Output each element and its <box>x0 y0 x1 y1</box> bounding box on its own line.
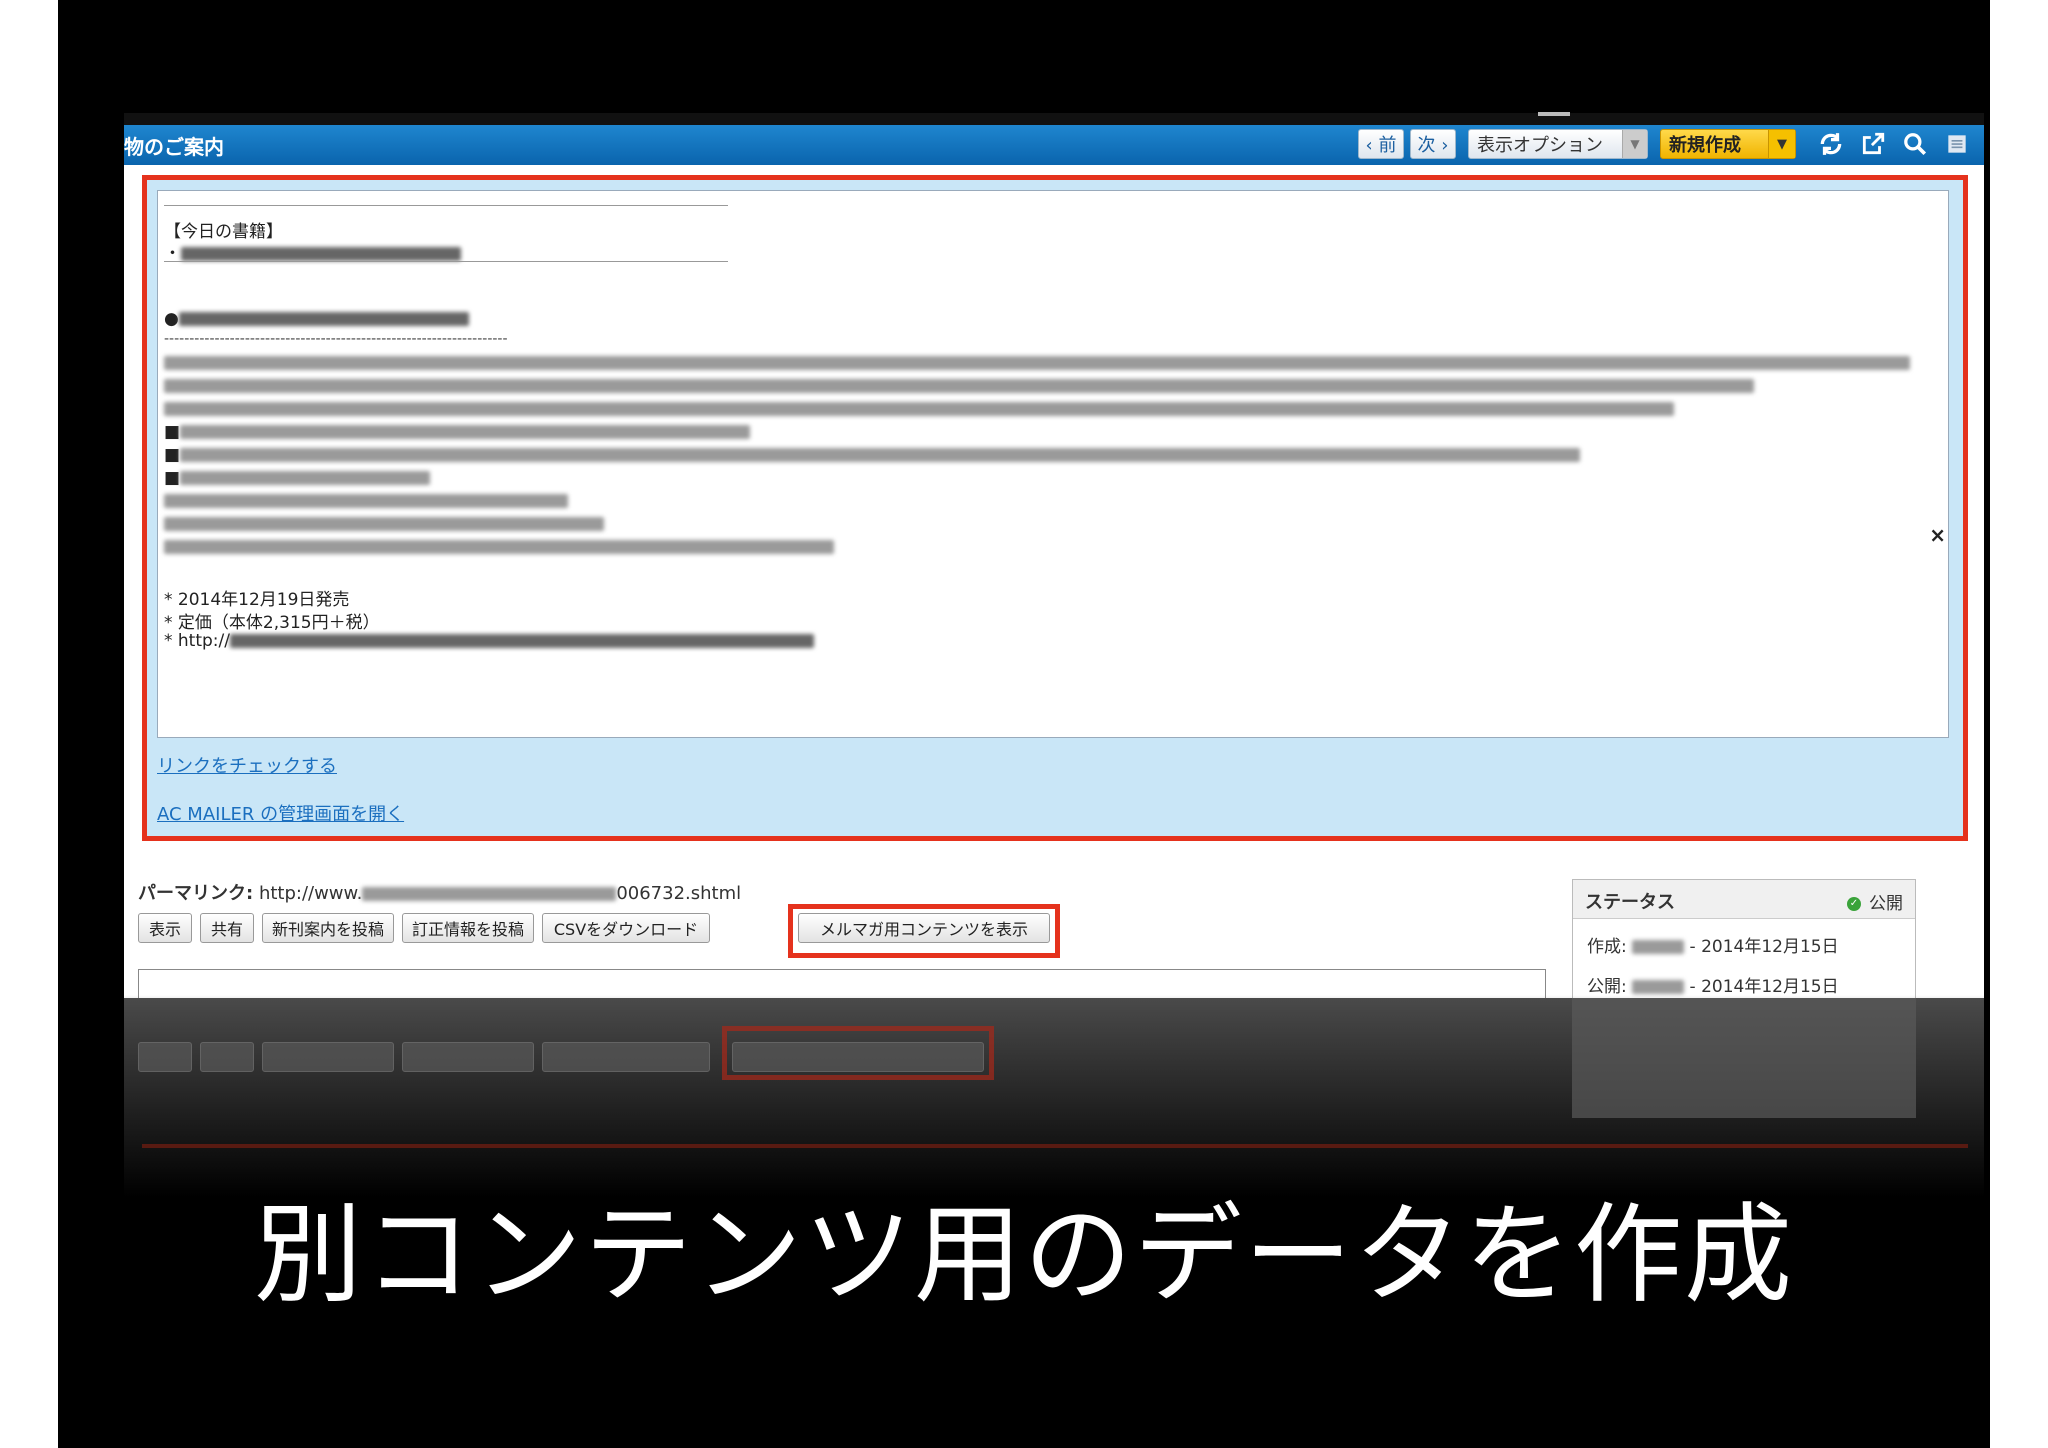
newsletter-preview-highlight: 【今日の書籍】 ・ ● ----------------------------… <box>142 175 1968 841</box>
permalink-prefix: http://www. <box>258 883 363 904</box>
newsletter-content: 【今日の書籍】 ・ ● ----------------------------… <box>157 190 1949 738</box>
redacted-text <box>181 247 461 261</box>
release-date: * 2014年12月19日発売 <box>164 590 350 610</box>
redacted-url <box>229 634 814 648</box>
acmailer-admin-link[interactable]: AC MAILER の管理画面を開く <box>157 800 404 826</box>
window-notch <box>1538 112 1570 116</box>
slide: 物のご案内 ‹ 前 次 › 表示オプション ▼ 新規作成 ▼ 【今日の書籍】 ・… <box>58 0 1990 1448</box>
blurred-bullet-line: ■ <box>164 445 1581 465</box>
status-panel: ステータス ✓ 公開 作成: - 2014年12月15日 公開: - 2014年1… <box>1572 879 1916 998</box>
prev-button[interactable]: ‹ 前 <box>1358 129 1404 159</box>
status-title: ステータス <box>1585 892 1675 913</box>
search-icon[interactable] <box>1900 129 1930 159</box>
created-date: - 2014年12月15日 <box>1689 937 1839 957</box>
share-button[interactable]: 共有 <box>200 913 254 943</box>
book-heading: ● <box>164 309 469 329</box>
close-icon[interactable]: × <box>1929 523 1946 547</box>
post-correction-button[interactable]: 訂正情報を投稿 <box>402 913 534 943</box>
redacted-user <box>1632 940 1685 954</box>
app-screenshot: 物のご案内 ‹ 前 次 › 表示オプション ▼ 新規作成 ▼ 【今日の書籍】 ・… <box>124 113 1984 998</box>
check-icon: ✓ <box>1847 897 1861 911</box>
book-url: * http:// <box>164 631 814 651</box>
blurred-line <box>164 537 834 557</box>
check-links-link[interactable]: リンクをチェックする <box>157 752 337 778</box>
square-bullet: ■ <box>164 445 181 465</box>
permalink-label: パーマリンク: <box>138 883 254 904</box>
chevron-down-icon: ▼ <box>1768 130 1795 158</box>
published-row: 公開: - 2014年12月15日 <box>1587 972 1839 997</box>
blurred-line <box>164 399 1674 419</box>
top-bar: 物のご案内 ‹ 前 次 › 表示オプション ▼ 新規作成 ▼ <box>124 113 1984 165</box>
slide-caption: 別コンテンツ用のデータを作成 <box>253 1193 1794 1318</box>
published-label: 公開: <box>1587 977 1627 997</box>
published-date: - 2014年12月15日 <box>1689 977 1839 997</box>
status-state-label: 公開 <box>1869 894 1903 914</box>
blurred-line <box>164 376 1754 396</box>
bullet-mark: ● <box>164 309 179 329</box>
new-create-button[interactable]: 新規作成 ▼ <box>1660 129 1796 159</box>
button-highlight <box>788 904 1060 958</box>
blurred-line <box>164 514 604 534</box>
window-title: 物のご案内 <box>124 135 224 159</box>
permalink: パーマリンク: http://www. 006732.shtml <box>138 879 741 905</box>
next-button[interactable]: 次 › <box>1410 129 1456 159</box>
redacted-user <box>1632 980 1685 994</box>
blurred-bullet-line: ■ <box>164 468 431 488</box>
blurred-bullet-line: ■ <box>164 422 751 442</box>
external-link-icon[interactable] <box>1858 129 1888 159</box>
redacted-url <box>362 887 617 901</box>
download-csv-button[interactable]: CSVをダウンロード <box>542 913 710 943</box>
chevron-down-icon: ▼ <box>1622 130 1647 158</box>
created-label: 作成: <box>1587 937 1627 957</box>
created-row: 作成: - 2014年12月15日 <box>1587 932 1839 957</box>
status-state: ✓ 公開 <box>1847 889 1903 914</box>
title-field[interactable] <box>138 969 1546 998</box>
blurred-line <box>164 491 568 511</box>
view-button[interactable]: 表示 <box>138 913 192 943</box>
square-bullet: ■ <box>164 422 181 442</box>
permalink-suffix: 006732.shtml <box>616 883 742 904</box>
post-new-book-button[interactable]: 新刊案内を投稿 <box>262 913 394 943</box>
divider <box>164 261 728 262</box>
redacted-text <box>178 312 469 326</box>
blurred-line <box>164 353 1910 373</box>
menu-icon[interactable] <box>1942 129 1972 159</box>
display-options-label: 表示オプション <box>1477 135 1603 156</box>
status-header: ステータス ✓ 公開 <box>1573 880 1915 919</box>
refresh-icon[interactable] <box>1816 129 1846 159</box>
display-options-dropdown[interactable]: 表示オプション ▼ <box>1468 129 1648 159</box>
new-create-label: 新規作成 <box>1669 135 1741 156</box>
url-prefix: * http:// <box>164 631 230 651</box>
price: * 定価（本体2,315円＋税） <box>164 613 380 633</box>
divider <box>164 205 728 206</box>
dash-rule: ----------------------------------------… <box>164 331 508 347</box>
square-bullet: ■ <box>164 468 181 488</box>
